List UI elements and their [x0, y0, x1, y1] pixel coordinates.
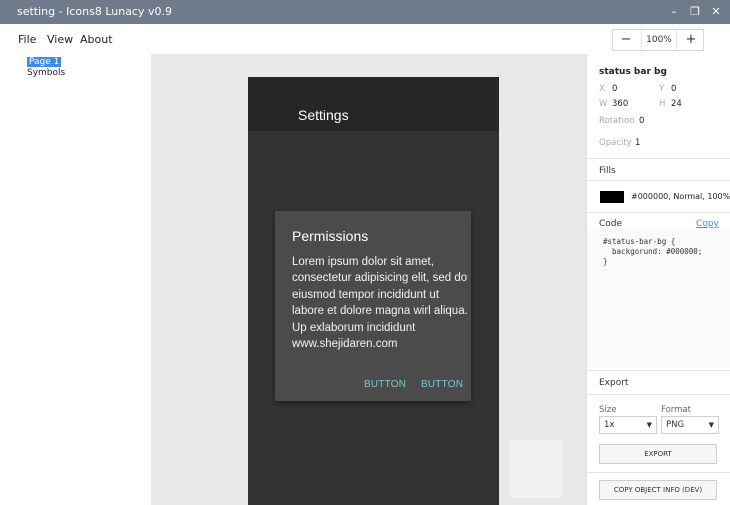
y-label: Y [659, 84, 665, 94]
h-value[interactable]: 24 [671, 99, 682, 109]
format-label: Format [661, 405, 691, 415]
page-item-page-1[interactable]: Page 1 [27, 57, 62, 67]
chevron-down-icon: ▼ [708, 421, 714, 429]
dialog-title: Permissions [292, 228, 369, 244]
menu-file[interactable]: File [18, 33, 36, 46]
divider [587, 370, 730, 371]
menu-about[interactable]: About [80, 33, 113, 46]
code-text: #status-bar-bg { backgorund: #000000; } [603, 237, 703, 266]
h-label: H [659, 99, 666, 109]
export-button[interactable]: EXPORT [599, 444, 717, 464]
rotation-value[interactable]: 0 [639, 116, 644, 126]
zoom-level[interactable]: 100% [641, 30, 677, 50]
rotation-label: Rotation [599, 116, 635, 126]
opacity-value[interactable]: 1 [635, 138, 640, 148]
divider [587, 212, 730, 213]
close-button[interactable]: ✕ [709, 5, 723, 19]
fills-title: Fills [599, 166, 616, 176]
inspector-panel: status bar bg X 0 Y 0 W 360 H 24 Rotatio… [586, 54, 730, 505]
watermark-area [510, 440, 562, 498]
divider [587, 472, 730, 473]
permissions-dialog[interactable]: Permissions Lorem ipsum dolor sit amet, … [275, 211, 471, 401]
divider [587, 180, 730, 181]
zoom-out-button[interactable]: − [613, 30, 639, 50]
export-title: Export [599, 378, 629, 388]
format-select-value: PNG [666, 420, 685, 430]
x-label: X [599, 84, 605, 94]
dialog-button-2[interactable]: BUTTON [421, 379, 463, 390]
layer-name: status bar bg [599, 67, 667, 77]
size-label: Size [599, 405, 617, 415]
w-value[interactable]: 360 [612, 99, 628, 109]
chevron-down-icon: ▼ [646, 421, 652, 429]
artboard-phone[interactable]: Settings Permissions Lorem ipsum dolor s… [248, 77, 499, 505]
app-bar[interactable]: Settings [248, 77, 499, 131]
minimize-button[interactable]: – [667, 5, 681, 19]
size-select[interactable]: 1x ▼ [599, 416, 657, 434]
window-title: setting - Icons8 Lunacy v0.9 [17, 5, 172, 18]
canvas[interactable]: Settings Permissions Lorem ipsum dolor s… [151, 54, 586, 505]
maximize-button[interactable]: ❐ [688, 5, 702, 19]
app-bar-title: Settings [298, 107, 349, 123]
opacity-label: Opacity [599, 138, 632, 148]
dialog-body-text: Lorem ipsum dolor sit amet, consectetur … [292, 256, 468, 351]
fill-color-swatch[interactable] [600, 191, 624, 203]
menu-view[interactable]: View [47, 33, 73, 46]
size-select-value: 1x [604, 420, 615, 430]
copy-object-info-button[interactable]: COPY OBJECT INFO (DEV) [599, 480, 717, 500]
zoom-control: − 100% + [612, 29, 704, 51]
pages-panel: Page 1 Symbols [17, 54, 151, 505]
y-value[interactable]: 0 [671, 84, 676, 94]
title-bar: setting - Icons8 Lunacy v0.9 – ❐ ✕ [0, 0, 730, 24]
fill-description: #000000, Normal, 100% [631, 192, 730, 201]
w-label: W [599, 99, 608, 109]
page-item-symbols[interactable]: Symbols [27, 68, 65, 78]
format-select[interactable]: PNG ▼ [661, 416, 719, 434]
dialog-button-1[interactable]: BUTTON [364, 379, 406, 390]
divider [587, 394, 730, 395]
divider [587, 158, 730, 159]
zoom-in-button[interactable]: + [679, 30, 703, 50]
x-value[interactable]: 0 [612, 84, 617, 94]
